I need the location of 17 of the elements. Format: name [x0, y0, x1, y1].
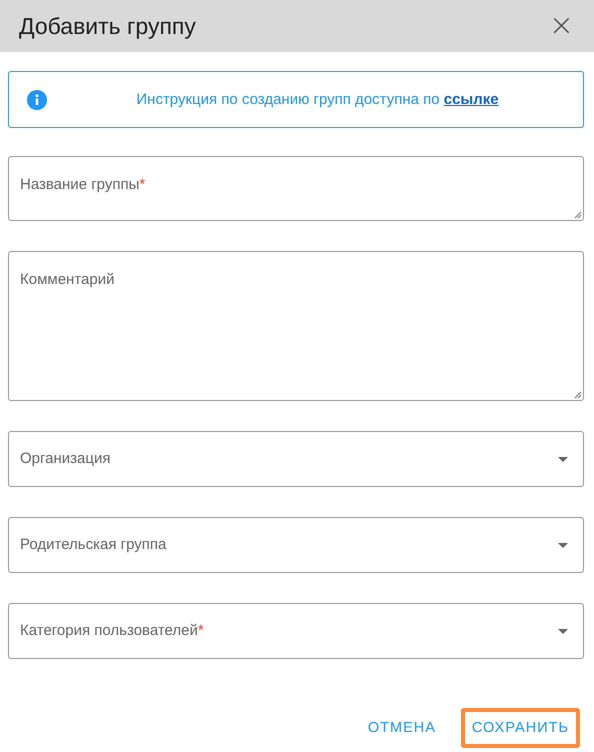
instruction-link[interactable]: ссылке: [444, 91, 499, 108]
select-field[interactable]: Организация: [8, 431, 584, 487]
select-field[interactable]: Родительская группа: [8, 517, 584, 573]
text-button[interactable]: СОХРАНИТЬ: [460, 708, 580, 748]
close-button[interactable]: ×: [546, 11, 576, 41]
text-area[interactable]: Название группы*: [8, 156, 584, 221]
info-icon: [27, 90, 47, 110]
dialog-title: Добавить группу: [19, 12, 196, 40]
caret-icon: [558, 628, 568, 634]
select-field[interactable]: Категория пользователей*: [8, 603, 584, 659]
text-button[interactable]: ОТМЕНА: [356, 708, 447, 748]
resize-grip-icon[interactable]: [574, 211, 582, 219]
caret-icon: [558, 542, 568, 548]
text-area[interactable]: Комментарий: [8, 251, 584, 401]
info-text: Инструкция по созданию групп доступна по ссылке: [135, 91, 500, 108]
resize-grip-icon[interactable]: [574, 391, 582, 399]
caret-icon: [558, 456, 568, 462]
